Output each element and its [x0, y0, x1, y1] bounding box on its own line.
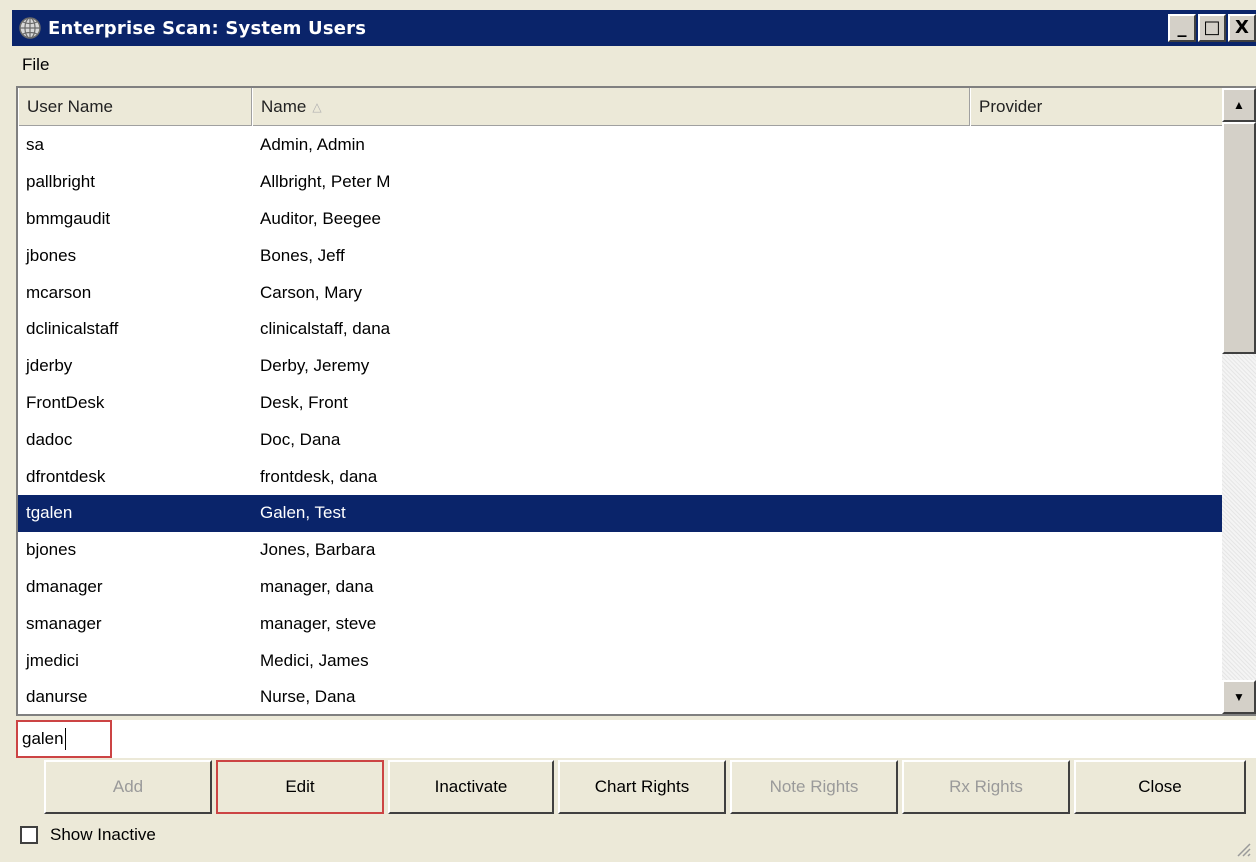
- name-cell: Bones, Jeff: [260, 245, 345, 265]
- text-caret: [64, 728, 66, 750]
- rx-rights-button[interactable]: Rx Rights: [902, 760, 1070, 814]
- table-row[interactable]: dfrontdesk frontdesk, dana: [18, 458, 1224, 495]
- table-row[interactable]: dmanager manager, dana: [18, 569, 1224, 606]
- users-list[interactable]: User Name Name △ Provider sa Admin, Admin…: [16, 86, 1256, 716]
- name-cell: frontdesk, dana: [260, 466, 378, 486]
- name-cell: Auditor, Beegee: [260, 208, 381, 228]
- rx-rights-button-label: Rx Rights: [949, 777, 1023, 796]
- menu-file[interactable]: File: [12, 55, 59, 75]
- note-rights-button-label: Note Rights: [769, 777, 859, 796]
- user-name-cell: jmedici: [26, 650, 79, 670]
- user-name-cell: danurse: [26, 687, 88, 707]
- chart-rights-button-label: Chart Rights: [594, 777, 690, 796]
- search-input[interactable]: galen: [16, 720, 112, 758]
- add-button-label: Add: [112, 777, 144, 796]
- table-row[interactable]: jmedici Medici, James: [18, 642, 1224, 679]
- table-row[interactable]: bjones Jones, Barbara: [18, 532, 1224, 569]
- close-button[interactable]: Close: [1074, 760, 1246, 814]
- user-name-cell: mcarson: [26, 282, 92, 302]
- minimize-icon: _: [1177, 17, 1187, 38]
- search-value: galen: [22, 729, 64, 748]
- edit-button[interactable]: Edit: [216, 760, 384, 814]
- show-inactive-row[interactable]: Show Inactive: [20, 820, 156, 850]
- table-row[interactable]: dadoc Doc, Dana: [18, 421, 1224, 458]
- table-row[interactable]: smanager manager, steve: [18, 605, 1224, 642]
- column-header-name[interactable]: Name △: [252, 88, 970, 126]
- user-name-cell: dfrontdesk: [26, 466, 106, 486]
- user-name-cell: jderby: [26, 356, 73, 376]
- scroll-up-button[interactable]: ▲: [1222, 88, 1256, 122]
- inactivate-button[interactable]: Inactivate: [388, 760, 554, 814]
- menu-bar: File: [12, 50, 1256, 80]
- name-cell: Doc, Dana: [260, 429, 341, 449]
- resize-grip-icon[interactable]: [1232, 838, 1252, 858]
- table-row[interactable]: pallbright Allbright, Peter M: [18, 164, 1224, 201]
- edit-button-label: Edit: [285, 777, 315, 796]
- maximize-icon: □: [1203, 17, 1221, 38]
- inactivate-button-label: Inactivate: [434, 777, 508, 796]
- note-rights-button[interactable]: Note Rights: [730, 760, 898, 814]
- table-row[interactable]: sa Admin, Admin: [18, 127, 1224, 164]
- table-row-selected[interactable]: tgalen Galen, Test: [18, 494, 1224, 532]
- user-name-cell: dclinicalstaff: [26, 319, 119, 339]
- name-cell: Admin, Admin: [260, 135, 365, 155]
- user-name-cell: dadoc: [26, 429, 73, 449]
- list-rows: sa Admin, Admin pallbright Allbright, Pete…: [18, 127, 1224, 716]
- user-name-cell: jbones: [26, 245, 77, 265]
- sort-ascending-icon: △: [312, 100, 322, 114]
- column-header-label: User Name: [27, 97, 113, 116]
- table-row[interactable]: jbones Bones, Jeff: [18, 237, 1224, 274]
- window-title: Enterprise Scan: System Users: [48, 17, 367, 39]
- globe-icon: [16, 14, 44, 42]
- name-cell: manager, steve: [260, 613, 377, 633]
- user-name-cell: sa: [26, 135, 44, 155]
- triangle-down-icon: ▼: [1233, 690, 1245, 704]
- table-row[interactable]: bmmgaudit Auditor, Beegee: [18, 201, 1224, 238]
- maximize-button[interactable]: □: [1198, 14, 1226, 42]
- name-cell: Nurse, Dana: [260, 687, 356, 707]
- user-name-cell: bmmgaudit: [26, 208, 111, 228]
- close-window-button[interactable]: X: [1228, 14, 1256, 42]
- table-row[interactable]: danurse Nurse, Dana: [18, 679, 1224, 716]
- user-name-cell: pallbright: [26, 172, 95, 192]
- name-cell: Allbright, Peter M: [260, 172, 391, 192]
- name-cell: Galen, Test: [260, 503, 346, 523]
- add-button[interactable]: Add: [44, 760, 212, 814]
- vertical-scrollbar[interactable]: ▲ ▼: [1222, 88, 1256, 714]
- chart-rights-button[interactable]: Chart Rights: [558, 760, 726, 814]
- user-name-cell: tgalen: [26, 503, 73, 523]
- scroll-down-button[interactable]: ▼: [1222, 680, 1256, 714]
- close-icon: X: [1235, 17, 1249, 38]
- column-header-label: Provider: [979, 97, 1043, 116]
- name-cell: Derby, Jeremy: [260, 356, 370, 376]
- search-input-area[interactable]: [112, 720, 1256, 758]
- name-cell: Carson, Mary: [260, 282, 363, 302]
- minimize-button[interactable]: _: [1168, 14, 1196, 42]
- show-inactive-label: Show Inactive: [50, 825, 156, 844]
- table-row[interactable]: dclinicalstaff clinicalstaff, dana: [18, 311, 1224, 348]
- name-cell: manager, dana: [260, 576, 374, 596]
- title-bar[interactable]: Enterprise Scan: System Users _ □ X: [12, 10, 1256, 46]
- show-inactive-checkbox[interactable]: [20, 826, 38, 844]
- table-row[interactable]: FrontDesk Desk, Front: [18, 385, 1224, 422]
- triangle-up-icon: ▲: [1233, 98, 1245, 112]
- name-cell: clinicalstaff, dana: [260, 319, 391, 339]
- action-buttons: Add Edit Inactivate Chart Rights Note Ri…: [44, 760, 1250, 814]
- user-name-cell: dmanager: [26, 576, 103, 596]
- table-row[interactable]: mcarson Carson, Mary: [18, 274, 1224, 311]
- column-header-user-name[interactable]: User Name: [18, 88, 252, 126]
- user-name-cell: smanager: [26, 613, 102, 633]
- column-header-label: Name: [261, 97, 307, 116]
- table-row[interactable]: jderby Derby, Jeremy: [18, 348, 1224, 385]
- column-header-provider[interactable]: Provider: [970, 88, 1224, 126]
- user-name-cell: bjones: [26, 540, 77, 560]
- system-users-window: Enterprise Scan: System Users _ □ X File…: [0, 0, 1256, 862]
- list-header: User Name Name △ Provider: [18, 88, 1224, 126]
- user-name-cell: FrontDesk: [26, 392, 105, 412]
- name-cell: Medici, James: [260, 650, 369, 670]
- name-cell: Desk, Front: [260, 392, 348, 412]
- scrollbar-thumb[interactable]: [1222, 122, 1256, 354]
- close-button-label: Close: [1138, 777, 1182, 796]
- name-cell: Jones, Barbara: [260, 540, 376, 560]
